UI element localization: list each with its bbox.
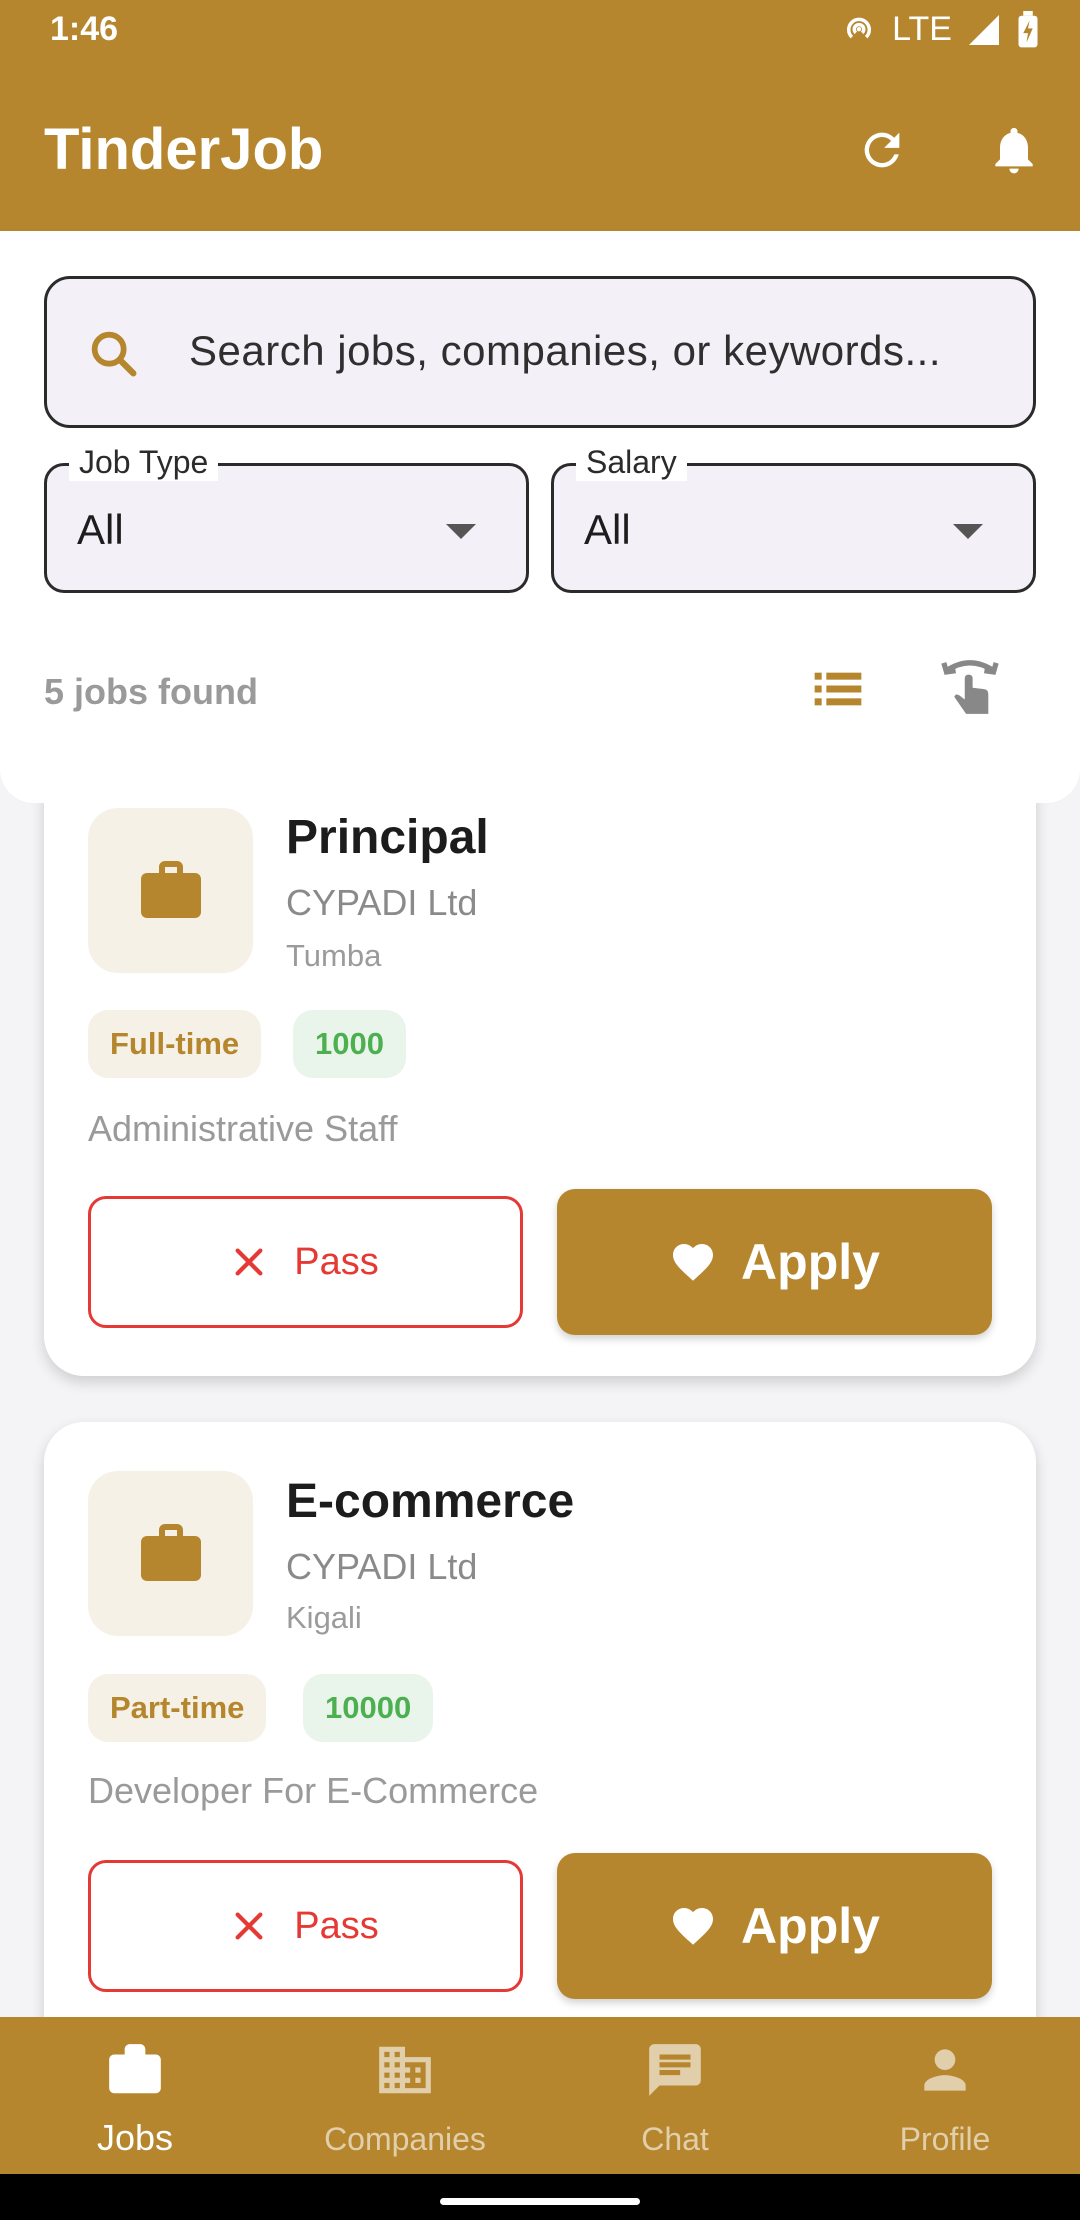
salary-value: All — [584, 506, 631, 553]
heart-icon — [673, 1908, 714, 1945]
job-card[interactable]: Principal CYPADI Ltd Tumba Full-time 100… — [44, 748, 1036, 1376]
notifications-button[interactable] — [984, 120, 1044, 180]
pass-label: Pass — [294, 1904, 379, 1947]
nav-item-chat[interactable]: Chat — [540, 2017, 810, 2174]
bell-icon — [995, 127, 1033, 174]
job-type-dropdown[interactable]: Job Type All — [44, 444, 529, 593]
hotspot-icon — [847, 17, 872, 38]
apply-button[interactable]: Apply — [557, 1853, 992, 1999]
briefcase-icon — [109, 2044, 161, 2094]
salary-badge: 1000 — [293, 1010, 406, 1078]
search-input[interactable]: Search jobs, companies, or keywords... — [44, 276, 1036, 428]
nav-label: Companies — [324, 2121, 486, 2157]
apply-button[interactable]: Apply — [557, 1189, 992, 1335]
company-logo — [88, 1471, 253, 1636]
app-title: TinderJob — [44, 117, 324, 182]
chevron-down-icon — [446, 524, 476, 539]
search-icon — [91, 331, 137, 377]
chevron-down-icon — [953, 524, 983, 539]
swipe-view-button[interactable] — [938, 655, 1002, 728]
job-description: Developer For E-Commerce — [88, 1770, 539, 1811]
nav-item-profile[interactable]: Profile — [810, 2017, 1080, 2174]
signal-icon — [969, 14, 999, 45]
pass-button[interactable]: Pass — [88, 1860, 523, 1992]
job-type-badge: Full-time — [88, 1010, 262, 1078]
list-view-button[interactable] — [810, 661, 866, 722]
salary-badge: 10000 — [303, 1674, 434, 1742]
apply-label: Apply — [741, 1898, 880, 1954]
job-card[interactable]: E-commerce CYPADI Ltd Kigali Part-time 1… — [44, 1422, 1036, 2062]
results-count: 5 jobs found — [44, 671, 258, 712]
job-type-badge: Part-time — [88, 1674, 267, 1742]
network-type: LTE — [892, 10, 952, 48]
pass-label: Pass — [294, 1240, 379, 1283]
home-gesture-handle[interactable] — [440, 2198, 640, 2205]
job-description: Administrative Staff — [88, 1108, 398, 1149]
status-bar: 1:46 LTE — [0, 0, 1080, 66]
nav-label: Profile — [899, 2121, 991, 2157]
job-title: Principal — [286, 811, 489, 864]
close-icon — [235, 1912, 263, 1940]
app-bar: TinderJob — [0, 66, 1080, 231]
job-type-value: All — [77, 506, 124, 553]
briefcase-icon — [140, 860, 201, 918]
salary-dropdown[interactable]: Salary All — [551, 444, 1036, 593]
list-view-icon — [814, 672, 862, 706]
close-icon — [235, 1248, 263, 1276]
swipe-icon — [941, 660, 999, 714]
heart-icon — [673, 1244, 714, 1281]
job-location: Tumba — [286, 938, 382, 973]
nav-item-companies[interactable]: Companies — [270, 2017, 540, 2174]
building-icon — [379, 2046, 431, 2094]
salary-label: Salary — [576, 444, 687, 481]
briefcase-icon — [140, 1523, 201, 1581]
refresh-icon — [864, 132, 900, 168]
refresh-button[interactable] — [852, 120, 912, 180]
job-company: CYPADI Ltd — [286, 882, 478, 923]
status-time: 1:46 — [50, 10, 119, 48]
job-type-label: Job Type — [69, 444, 219, 481]
search-placeholder: Search jobs, companies, or keywords... — [189, 327, 941, 374]
battery-icon — [1018, 10, 1038, 47]
status-icons: LTE — [840, 10, 1040, 49]
job-location: Kigali — [286, 1600, 362, 1635]
chat-icon — [649, 2044, 701, 2096]
company-logo — [88, 808, 253, 973]
apply-label: Apply — [741, 1234, 880, 1290]
pass-button[interactable]: Pass — [88, 1196, 523, 1328]
system-nav-bar — [0, 2174, 1080, 2220]
filters-panel: Search jobs, companies, or keywords... J… — [0, 231, 1080, 803]
person-icon — [924, 2049, 966, 2091]
job-company: CYPADI Ltd — [286, 1546, 478, 1587]
bottom-nav: Jobs Companies Chat Profile — [0, 2017, 1080, 2174]
job-title: E-commerce — [286, 1475, 575, 1528]
nav-item-jobs[interactable]: Jobs — [0, 2017, 270, 2174]
nav-label: Jobs — [96, 2117, 174, 2158]
nav-label: Chat — [641, 2121, 709, 2157]
